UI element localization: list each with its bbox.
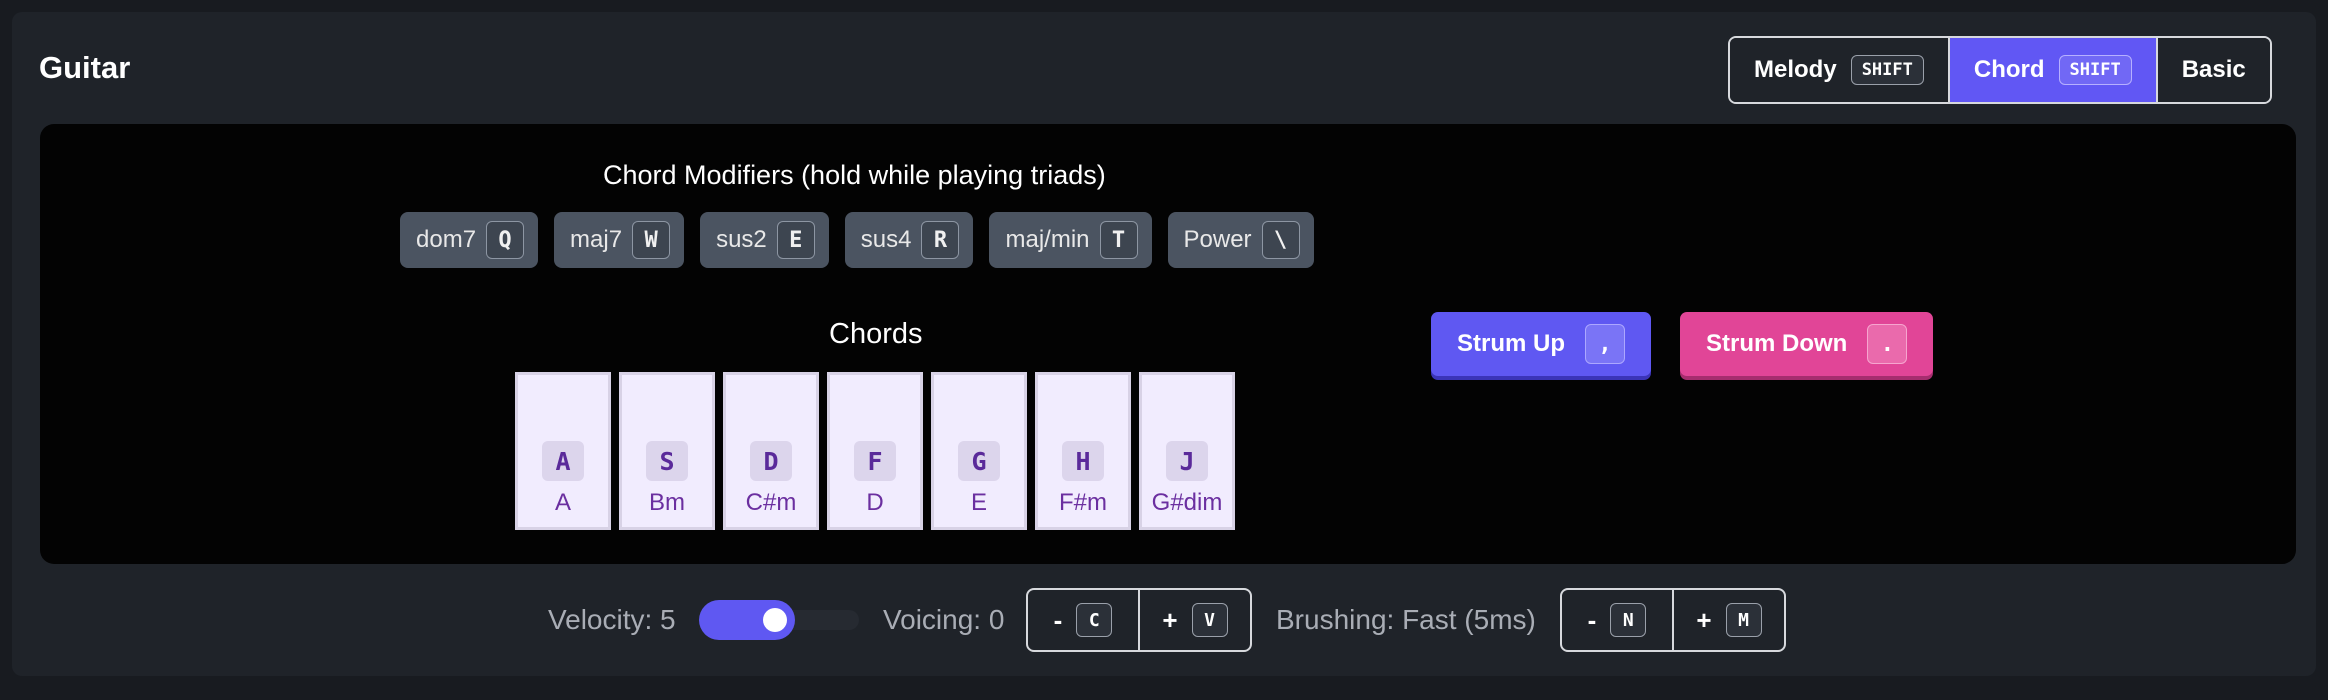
modifier-label: maj7 bbox=[570, 226, 623, 253]
brushing-label: Brushing: Fast (5ms) bbox=[1276, 604, 1536, 635]
mode-basic-label: Basic bbox=[2181, 56, 2246, 83]
chord-key-letter: J bbox=[1166, 441, 1208, 481]
chord-key-j[interactable]: J G#dim bbox=[1139, 372, 1235, 530]
brushing-decrease-key: N bbox=[1610, 603, 1647, 637]
chord-key-letter: D bbox=[750, 441, 792, 481]
strum-up-button[interactable]: Strum Up , bbox=[1431, 312, 1651, 376]
chord-key-g[interactable]: G E bbox=[931, 372, 1027, 530]
modifier-label: sus4 bbox=[860, 226, 912, 253]
voicing-decrease-button[interactable]: - C bbox=[1028, 590, 1140, 650]
minus-symbol: - bbox=[1587, 604, 1597, 635]
chord-modifiers-row: dom7 Q maj7 W sus2 E sus4 R maj/min T Po… bbox=[400, 212, 1314, 268]
mode-melody-label: Melody bbox=[1754, 56, 1837, 83]
modifier-key: T bbox=[1099, 221, 1138, 259]
mode-chord-button[interactable]: Chord SHIFT bbox=[1949, 38, 2158, 102]
brushing-decrease-button[interactable]: - N bbox=[1562, 590, 1674, 650]
chord-keys: A A S Bm D C#m F D G E H F#m J G#dim bbox=[515, 372, 1235, 530]
velocity-slider[interactable] bbox=[699, 600, 859, 640]
voicing-label: Voicing: 0 bbox=[883, 604, 1005, 635]
modifier-key: \ bbox=[1261, 221, 1300, 259]
minus-symbol: - bbox=[1053, 604, 1063, 635]
chord-key-letter: S bbox=[646, 441, 688, 481]
modifier-label: sus2 bbox=[716, 226, 767, 253]
modifier-label: maj/min bbox=[1005, 226, 1090, 253]
modifier-sus4-button[interactable]: sus4 R bbox=[844, 212, 974, 268]
chord-key-a[interactable]: A A bbox=[515, 372, 611, 530]
strum-down-label: Strum Down bbox=[1706, 330, 1848, 357]
strum-down-button[interactable]: Strum Down . bbox=[1680, 312, 1934, 376]
chord-key-h[interactable]: H F#m bbox=[1035, 372, 1131, 530]
modifier-key: W bbox=[632, 221, 671, 259]
modifier-majmin-button[interactable]: maj/min T bbox=[989, 212, 1152, 268]
brushing-stepper: - N + M bbox=[1560, 588, 1786, 652]
modifier-label: Power bbox=[1183, 226, 1252, 253]
modifier-sus2-button[interactable]: sus2 E bbox=[700, 212, 829, 268]
chord-key-letter: G bbox=[958, 441, 1000, 481]
plus-symbol: + bbox=[1162, 604, 1178, 635]
mode-basic-button[interactable]: Basic bbox=[2157, 38, 2270, 102]
plus-symbol: + bbox=[1696, 604, 1712, 635]
chord-name: C#m bbox=[745, 489, 797, 516]
modifier-label: dom7 bbox=[416, 226, 477, 253]
velocity-thumb[interactable] bbox=[763, 608, 787, 632]
chord-key-s[interactable]: S Bm bbox=[619, 372, 715, 530]
modifier-key: Q bbox=[486, 221, 525, 259]
brushing-increase-button[interactable]: + M bbox=[1674, 590, 1784, 650]
brushing-increase-key: M bbox=[1725, 603, 1762, 637]
chord-name: A bbox=[554, 489, 571, 516]
chord-modifiers-title: Chord Modifiers (hold while playing tria… bbox=[603, 160, 1106, 190]
mode-chord-label: Chord bbox=[1973, 56, 2045, 83]
velocity-label: Velocity: 5 bbox=[548, 604, 676, 635]
chords-title: Chords bbox=[829, 318, 923, 350]
strum-down-key: . bbox=[1867, 324, 1908, 364]
modifier-key: E bbox=[776, 221, 815, 259]
modifier-maj7-button[interactable]: maj7 W bbox=[554, 212, 685, 268]
chord-key-f[interactable]: F D bbox=[827, 372, 923, 530]
voicing-decrease-key: C bbox=[1076, 603, 1113, 637]
shift-key-hint: SHIFT bbox=[1850, 55, 1924, 85]
chord-name: F#m bbox=[1059, 489, 1107, 516]
voicing-stepper: - C + V bbox=[1026, 588, 1252, 652]
chord-key-letter: H bbox=[1062, 441, 1104, 481]
chord-name: Bm bbox=[649, 489, 685, 516]
chord-key-d[interactable]: D C#m bbox=[723, 372, 819, 530]
voicing-increase-key: V bbox=[1191, 603, 1228, 637]
chord-name: E bbox=[970, 489, 987, 516]
instrument-title: Guitar bbox=[39, 50, 131, 85]
mode-selector: Melody SHIFT Chord SHIFT Basic bbox=[1728, 36, 2272, 104]
modifier-dom7-button[interactable]: dom7 Q bbox=[400, 212, 539, 268]
shift-key-hint: SHIFT bbox=[2058, 55, 2132, 85]
strum-up-label: Strum Up bbox=[1457, 330, 1565, 357]
strum-up-key: , bbox=[1585, 324, 1625, 364]
chord-name: G#dim bbox=[1151, 489, 1223, 516]
chord-name: D bbox=[866, 489, 884, 516]
modifier-key: R bbox=[921, 221, 960, 259]
mode-melody-button[interactable]: Melody SHIFT bbox=[1730, 38, 1950, 102]
voicing-increase-button[interactable]: + V bbox=[1140, 590, 1250, 650]
modifier-power-button[interactable]: Power \ bbox=[1167, 212, 1314, 268]
chord-key-letter: A bbox=[542, 441, 584, 481]
chord-key-letter: F bbox=[854, 441, 896, 481]
